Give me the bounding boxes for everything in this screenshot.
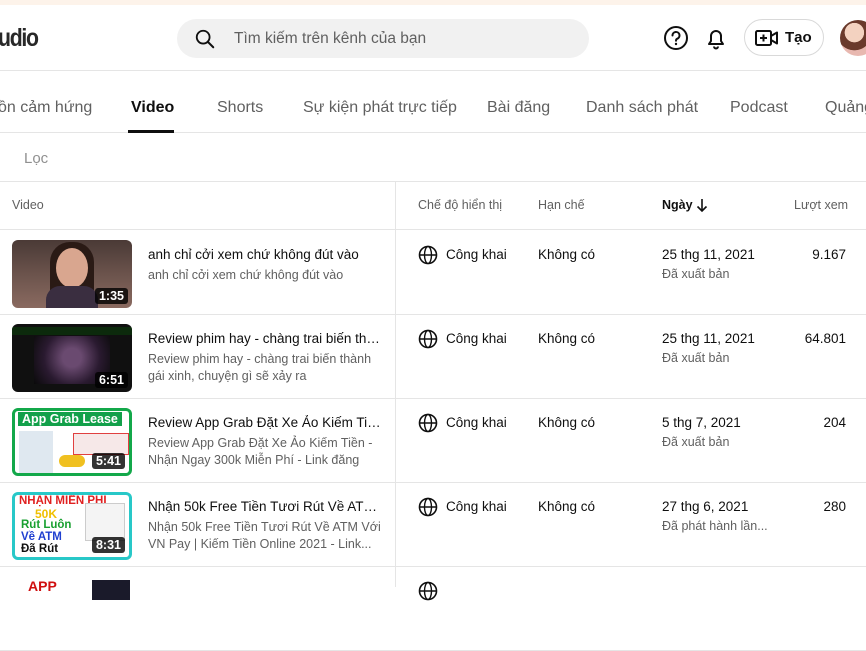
thumbnail-art <box>56 248 88 288</box>
globe-icon <box>418 497 438 517</box>
views-value: 9.167 <box>812 247 846 262</box>
thumbnail-art <box>92 580 130 600</box>
thumbnail-text: App Grab Lease <box>18 412 122 426</box>
restriction-value: Không có <box>538 415 596 430</box>
table-row[interactable]: 1:35 anh chỉ cởi xem chứ không đút vào a… <box>0 231 866 315</box>
video-thumbnail[interactable]: 1:35 <box>12 240 132 308</box>
thumbnail-text: Rút Luôn <box>21 519 72 531</box>
search-icon <box>195 29 215 49</box>
column-video: Video <box>12 198 44 212</box>
video-duration: 6:51 <box>94 372 128 388</box>
avatar[interactable] <box>840 20 866 56</box>
views-value: 64.801 <box>804 331 846 346</box>
views-value: 204 <box>823 415 846 430</box>
globe-icon <box>418 329 438 349</box>
studio-logo[interactable]: udio <box>0 24 39 53</box>
thumbnail-art <box>59 455 85 467</box>
thumbnail-art <box>12 327 132 335</box>
visibility-label: Công khai <box>446 415 507 430</box>
visibility-label: Công khai <box>446 247 507 262</box>
sort-down-icon[interactable] <box>695 197 709 213</box>
help-icon[interactable] <box>663 25 689 51</box>
tab-playlists[interactable]: Danh sách phát <box>586 99 698 117</box>
filter-input[interactable]: Lọc <box>24 150 48 167</box>
views-value: 280 <box>823 499 846 514</box>
table-row[interactable]: App Grab Lease 5:41 Review App Grab Đặt … <box>0 399 866 483</box>
video-duration: 8:31 <box>91 537 125 553</box>
table-row[interactable]: APP <box>0 567 866 651</box>
video-duration: 5:41 <box>91 453 125 469</box>
table-row[interactable]: NHẬN MIỄN PHÍ 50K Rút Luôn Về ATM Đã Rút… <box>0 483 866 567</box>
globe-icon <box>418 245 438 265</box>
restriction-value: Không có <box>538 331 596 346</box>
content-tabs: ồn cảm hứng Video Shorts Sự kiện phát tr… <box>0 71 866 133</box>
tab-posts[interactable]: Bài đăng <box>487 99 550 117</box>
publish-status: Đã xuất bản <box>662 435 730 449</box>
video-title[interactable]: anh chỉ cởi xem chứ không đút vào <box>148 247 383 262</box>
column-restrictions[interactable]: Hạn chế <box>538 198 585 212</box>
active-tab-indicator <box>128 130 174 133</box>
visibility-label: Công khai <box>446 331 507 346</box>
video-add-icon <box>755 30 778 46</box>
bell-icon[interactable] <box>703 25 729 51</box>
thumbnail-art <box>46 286 98 308</box>
video-duration: 1:35 <box>94 288 128 304</box>
app-header: udio Tìm kiếm trên kênh của bạn Tạo <box>0 5 866 71</box>
tab-shorts[interactable]: Shorts <box>217 99 263 117</box>
publish-status: Đã xuất bản <box>662 267 730 281</box>
table-row[interactable]: 6:51 Review phim hay - chàng trai biến t… <box>0 315 866 399</box>
globe-icon <box>418 413 438 433</box>
thumbnail-text: APP <box>28 578 57 594</box>
column-date[interactable]: Ngày <box>662 198 693 212</box>
globe-icon <box>418 581 438 601</box>
filter-bar[interactable]: Lọc <box>0 134 866 182</box>
tab-live[interactable]: Sự kiện phát trực tiếp <box>303 99 457 117</box>
thumbnail-art <box>85 503 125 541</box>
thumbnail-text: Về ATM <box>21 531 62 543</box>
tab-inspiration[interactable]: ồn cảm hứng <box>0 99 92 117</box>
video-description: Nhận 50k Free Tiền Tươi Rút Về ATM Với V… <box>148 520 381 551</box>
tab-video[interactable]: Video <box>131 99 174 117</box>
video-description: Review phim hay - chàng trai biến thành … <box>148 352 372 383</box>
search-input[interactable]: Tìm kiếm trên kênh của bạn <box>234 30 426 48</box>
create-button[interactable]: Tạo <box>744 19 824 56</box>
video-description: anh chỉ cởi xem chứ không đút vào <box>148 268 344 282</box>
table-header: Video Chế độ hiển thị Hạn chế Ngày Lượt … <box>0 182 866 230</box>
publish-status: Đã phát hành lần... <box>662 519 768 533</box>
thumbnail-art <box>73 433 129 455</box>
video-thumbnail[interactable]: APP <box>12 576 132 644</box>
restriction-value: Không có <box>538 247 596 262</box>
restriction-value: Không có <box>538 499 596 514</box>
date-value: 27 thg 6, 2021 <box>662 499 749 514</box>
video-title[interactable]: Review phim hay - chàng trai biến thàn..… <box>148 331 383 346</box>
tab-podcast[interactable]: Podcast <box>730 99 788 117</box>
column-visibility[interactable]: Chế độ hiển thị <box>418 198 502 212</box>
thumbnail-art <box>19 431 53 473</box>
date-value: 25 thg 11, 2021 <box>662 247 755 262</box>
channel-search[interactable]: Tìm kiếm trên kênh của bạn <box>177 19 589 58</box>
video-title[interactable]: Review App Grab Đặt Xe Ảo Kiếm Tiền... <box>148 415 383 430</box>
date-value: 25 thg 11, 2021 <box>662 331 755 346</box>
publish-status: Đã xuất bản <box>662 351 730 365</box>
video-title[interactable]: Nhận 50k Free Tiền Tươi Rút Về ATM ... <box>148 499 383 514</box>
tab-promotions[interactable]: Quảng <box>825 99 866 117</box>
video-thumbnail[interactable]: NHẬN MIỄN PHÍ 50K Rút Luôn Về ATM Đã Rút… <box>12 492 132 560</box>
video-thumbnail[interactable]: 6:51 <box>12 324 132 392</box>
video-thumbnail[interactable]: App Grab Lease 5:41 <box>12 408 132 476</box>
visibility-label: Công khai <box>446 499 507 514</box>
date-value: 5 thg 7, 2021 <box>662 415 741 430</box>
create-label: Tạo <box>785 29 812 46</box>
video-description: Review App Grab Đặt Xe Ảo Kiếm Tiền - Nh… <box>148 436 373 467</box>
column-views[interactable]: Lượt xem <box>794 198 848 212</box>
thumbnail-text: Đã Rút <box>21 543 59 555</box>
